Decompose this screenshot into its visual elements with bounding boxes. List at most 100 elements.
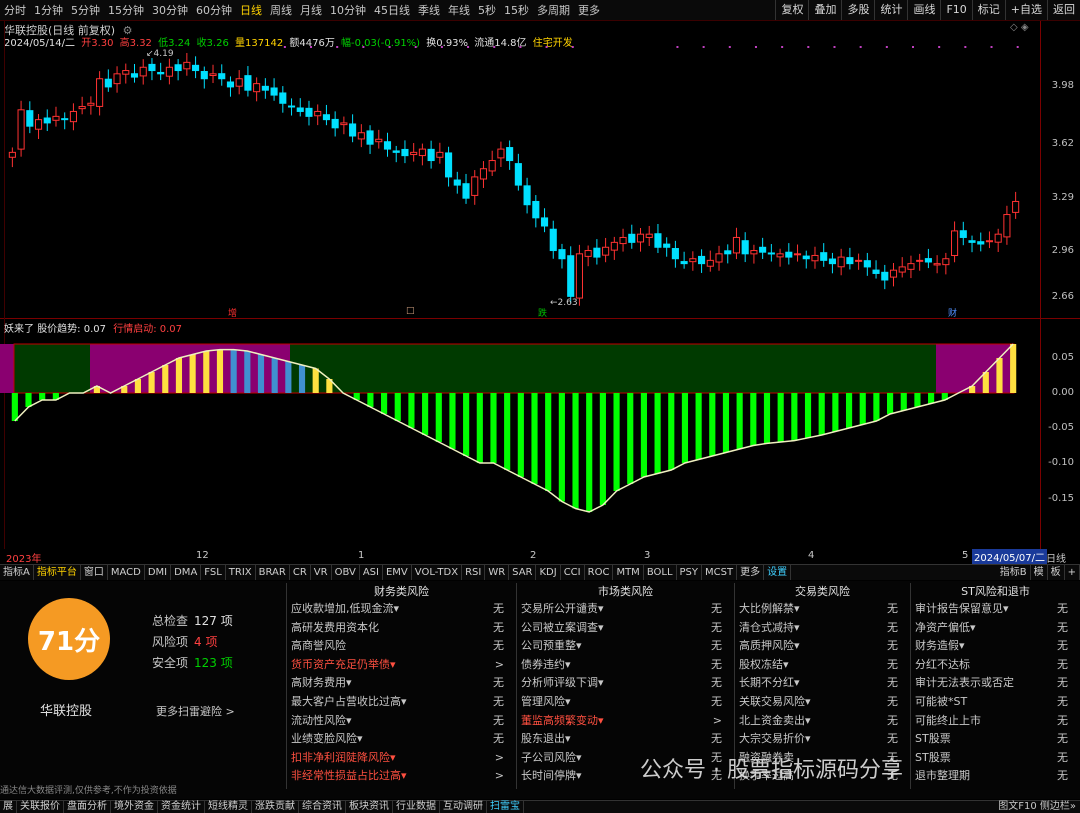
risk-item[interactable]: 可能终止上市 无 bbox=[911, 712, 1080, 731]
risk-item[interactable]: 清仓式减持▾ 无 bbox=[735, 619, 910, 638]
risk-item[interactable]: 可能被*ST 无 bbox=[911, 693, 1080, 712]
indicator-tab[interactable]: MTM bbox=[613, 565, 644, 580]
risk-item[interactable]: 财务造假▾ 无 bbox=[911, 637, 1080, 656]
bottom-tab[interactable]: 关联报价 bbox=[17, 801, 64, 813]
bottom-tab[interactable]: 综合资讯 bbox=[299, 801, 346, 813]
risk-item[interactable]: 北上资金卖出▾ 无 bbox=[735, 712, 910, 731]
indicator-tab[interactable]: EMV bbox=[383, 565, 412, 580]
toolbar-button[interactable]: 多股 bbox=[841, 0, 874, 20]
indicator-tab-right[interactable]: + bbox=[1065, 565, 1080, 580]
risk-item[interactable]: 高研发费用资本化 无 bbox=[287, 619, 516, 638]
risk-item[interactable]: 董监高频繁变动▾ > bbox=[517, 712, 734, 731]
period-tab[interactable]: 1分钟 bbox=[30, 2, 67, 18]
indicator-tab[interactable]: 设置 bbox=[764, 565, 792, 580]
indicator-tab[interactable]: ASI bbox=[360, 565, 383, 580]
risk-item[interactable]: ST股票 无 bbox=[911, 749, 1080, 768]
period-label[interactable]: 日线 bbox=[1046, 550, 1066, 565]
indicator-tab[interactable]: BRAR bbox=[256, 565, 290, 580]
indicator-tab-right[interactable]: 模 bbox=[1031, 565, 1048, 580]
period-tab[interactable]: 更多 bbox=[574, 2, 604, 18]
indicator-tab[interactable]: CR bbox=[290, 565, 311, 580]
risk-item[interactable]: 股权冻结▾ 无 bbox=[735, 656, 910, 675]
risk-item[interactable]: 业绩变脸风险▾ 无 bbox=[287, 730, 516, 749]
period-tab[interactable]: 15分钟 bbox=[104, 2, 148, 18]
period-tab[interactable]: 日线 bbox=[236, 2, 266, 18]
risk-item[interactable]: 高财务费用▾ 无 bbox=[287, 674, 516, 693]
indicator-tab[interactable]: OBV bbox=[332, 565, 360, 580]
period-tab[interactable]: 45日线 bbox=[370, 2, 414, 18]
risk-item[interactable]: 长期不分红▾ 无 bbox=[735, 674, 910, 693]
risk-item[interactable]: 分析师评级下调▾ 无 bbox=[517, 674, 734, 693]
period-tab[interactable]: 60分钟 bbox=[192, 2, 236, 18]
period-tab[interactable]: 15秒 bbox=[500, 2, 533, 18]
indicator-tab[interactable]: MCST bbox=[702, 565, 738, 580]
bottom-tab[interactable]: 盘面分析 bbox=[64, 801, 111, 813]
toolbar-button[interactable]: +自选 bbox=[1004, 0, 1047, 20]
bottom-tab[interactable]: 短线精灵 bbox=[205, 801, 252, 813]
event-marker-drop[interactable]: 跌 bbox=[538, 306, 547, 319]
indicator-tab[interactable]: BOLL bbox=[644, 565, 677, 580]
risk-item[interactable]: 退市整理期 无 bbox=[911, 767, 1080, 786]
risk-item[interactable]: 管理风险▾ 无 bbox=[517, 693, 734, 712]
indicator-tab[interactable]: 指标A bbox=[0, 565, 34, 580]
event-marker-finance[interactable]: 财 bbox=[948, 306, 957, 319]
diamond-icon[interactable]: ◇ bbox=[1010, 22, 1018, 33]
indicator-tab[interactable]: FSL bbox=[201, 565, 226, 580]
bottom-tab[interactable]: 行业数据 bbox=[393, 801, 440, 813]
indicator-tab[interactable]: 指标平台 bbox=[34, 565, 81, 580]
bottom-tab[interactable]: 涨跌贡献 bbox=[252, 801, 299, 813]
risk-item[interactable]: ST股票 无 bbox=[911, 730, 1080, 749]
bottom-tab[interactable]: 板块资讯 bbox=[346, 801, 393, 813]
period-tab[interactable]: 5秒 bbox=[474, 2, 500, 18]
toolbar-button[interactable]: 复权 bbox=[775, 0, 808, 20]
bottom-tab[interactable]: 境外资金 bbox=[111, 801, 158, 813]
indicator-tab[interactable]: PSY bbox=[677, 565, 703, 580]
period-tab[interactable]: 10分钟 bbox=[326, 2, 370, 18]
risk-item[interactable]: 大比例解禁▾ 无 bbox=[735, 600, 910, 619]
indicator-tab[interactable]: VOL-TDX bbox=[412, 565, 463, 580]
bottom-tab[interactable]: 展 bbox=[0, 801, 17, 813]
period-tab[interactable]: 季线 bbox=[414, 2, 444, 18]
toolbar-button[interactable]: 叠加 bbox=[808, 0, 841, 20]
indicator-tab[interactable]: RSI bbox=[462, 565, 486, 580]
period-tab[interactable]: 5分钟 bbox=[67, 2, 104, 18]
risk-item[interactable]: 股东退出▾ 无 bbox=[517, 730, 734, 749]
indicator-tab[interactable]: CCI bbox=[561, 565, 585, 580]
indicator-tab[interactable]: ROC bbox=[585, 565, 614, 580]
risk-item[interactable]: 最大客户占营收比过高▾ 无 bbox=[287, 693, 516, 712]
indicator-tab[interactable]: 更多 bbox=[737, 565, 765, 580]
risk-item[interactable]: 交易所公开谴责▾ 无 bbox=[517, 600, 734, 619]
risk-item[interactable]: 流动性风险▾ 无 bbox=[287, 712, 516, 731]
period-tab[interactable]: 周线 bbox=[266, 2, 296, 18]
toolbar-button[interactable]: F10 bbox=[940, 0, 971, 20]
period-tab[interactable]: 多周期 bbox=[533, 2, 574, 18]
indicator-tab-right[interactable]: 指标B bbox=[997, 565, 1031, 580]
bottom-tab[interactable]: 互动调研 bbox=[440, 801, 487, 813]
sidebar-toggle[interactable]: 图文F10 侧边栏» bbox=[998, 801, 1076, 813]
indicator-tab[interactable]: DMA bbox=[171, 565, 202, 580]
indicator-tab[interactable]: WR bbox=[485, 565, 510, 580]
period-tab[interactable]: 月线 bbox=[296, 2, 326, 18]
indicator-tab-right[interactable]: 板 bbox=[1048, 565, 1065, 580]
period-tab[interactable]: 分时 bbox=[0, 2, 30, 18]
risk-item[interactable]: 非经常性损益占比过高▾ > bbox=[287, 767, 516, 786]
risk-item[interactable]: 高质押风险▾ 无 bbox=[735, 637, 910, 656]
risk-item[interactable]: 审计无法表示或否定 无 bbox=[911, 674, 1080, 693]
indicator-tab[interactable]: KDJ bbox=[536, 565, 561, 580]
risk-item[interactable]: 货币资产充足仍举债▾ > bbox=[287, 656, 516, 675]
more-scan-link[interactable]: 更多扫雷避险 > bbox=[156, 703, 235, 719]
risk-item[interactable]: 关联交易风险▾ 无 bbox=[735, 693, 910, 712]
risk-item[interactable]: 债券违约▾ 无 bbox=[517, 656, 734, 675]
period-tab[interactable]: 年线 bbox=[444, 2, 474, 18]
bottom-tab[interactable]: 扫雷宝 bbox=[487, 801, 524, 813]
toolbar-button[interactable]: 画线 bbox=[907, 0, 940, 20]
period-tab[interactable]: 30分钟 bbox=[148, 2, 192, 18]
risk-item[interactable]: 高商誉风险 无 bbox=[287, 637, 516, 656]
toolbar-button[interactable]: 统计 bbox=[874, 0, 907, 20]
chevron-icon[interactable]: ◈ bbox=[1021, 22, 1029, 33]
indicator-tab[interactable]: DMI bbox=[145, 565, 172, 580]
indicator-tab[interactable]: SAR bbox=[509, 565, 537, 580]
risk-item[interactable]: 审计报告保留意见▾ 无 bbox=[911, 600, 1080, 619]
risk-item[interactable]: 公司被立案调查▾ 无 bbox=[517, 619, 734, 638]
risk-item[interactable]: 净资产偏低▾ 无 bbox=[911, 619, 1080, 638]
